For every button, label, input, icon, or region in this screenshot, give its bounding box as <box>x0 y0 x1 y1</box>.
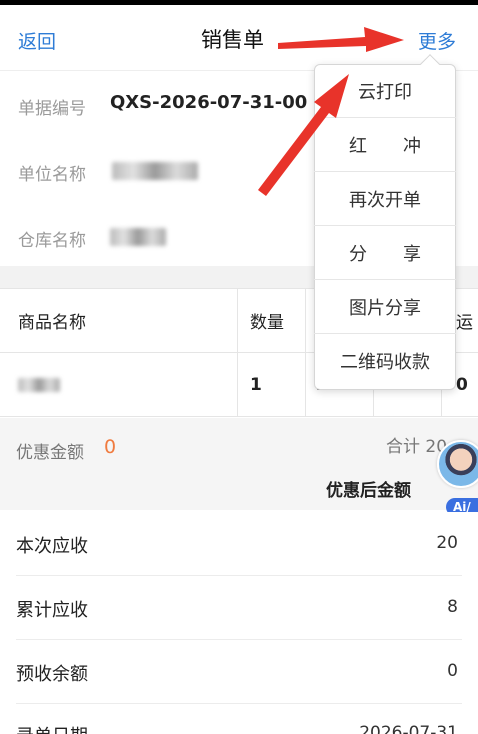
qty-cell: 1 <box>238 353 306 416</box>
summary-value: 8 <box>447 597 458 617</box>
discount-section: 优惠金额 0 合计 20 优惠后金额 <box>0 418 478 510</box>
page-title: 销售单 <box>201 28 264 52</box>
summary-value: 2026-07-31 <box>359 723 458 734</box>
menu-item-image-share[interactable]: 图片分享 <box>314 280 456 334</box>
unit-name-value-redacted <box>112 162 198 180</box>
nav-header: 返回 销售单 更多 <box>0 5 478 71</box>
menu-item-qr-payment[interactable]: 二维码收款 <box>314 334 456 388</box>
summary-label: 录单日期 <box>16 722 88 734</box>
more-button[interactable]: 更多 <box>418 27 456 54</box>
summary-value: 0 <box>447 661 458 681</box>
menu-item-share[interactable]: 分 享 <box>314 226 456 280</box>
summary-row-date: 录单日期 2026-07-31 <box>0 704 478 734</box>
warehouse-label: 仓库名称 <box>18 231 86 251</box>
summary-label: 本次应收 <box>16 536 88 557</box>
discount-label: 优惠金额 <box>16 443 84 463</box>
summary-value: 20 <box>436 533 458 553</box>
total-label: 合计 20 <box>386 437 448 457</box>
doc-no-value: QXS-2026-07-31-00 <box>110 92 308 113</box>
summary-label: 累计应收 <box>16 600 88 621</box>
summary-row-prepaid: 预收余额 0 <box>0 640 478 704</box>
summary-label: 预收余额 <box>16 664 88 685</box>
col-header-qty: 数量 <box>238 289 306 352</box>
discount-value[interactable]: 0 <box>104 436 116 458</box>
unit-name-label: 单位名称 <box>18 165 86 185</box>
menu-item-reverse[interactable]: 红 冲 <box>314 118 456 172</box>
menu-item-reorder[interactable]: 再次开单 <box>314 172 456 226</box>
ai-assistant-avatar[interactable] <box>437 440 478 488</box>
warehouse-value-redacted <box>110 228 166 246</box>
product-name-redacted <box>18 377 60 392</box>
col-header-product-name: 商品名称 <box>0 289 238 352</box>
summary-row-cumulative: 累计应收 8 <box>0 576 478 640</box>
menu-item-cloud-print[interactable]: 云打印 <box>314 64 456 118</box>
product-name-cell <box>0 353 238 416</box>
summary-row-current: 本次应收 20 <box>0 512 478 576</box>
back-button[interactable]: 返回 <box>18 27 56 54</box>
doc-no-label: 单据编号 <box>18 99 86 119</box>
after-discount-label: 优惠后金额 <box>326 481 411 501</box>
